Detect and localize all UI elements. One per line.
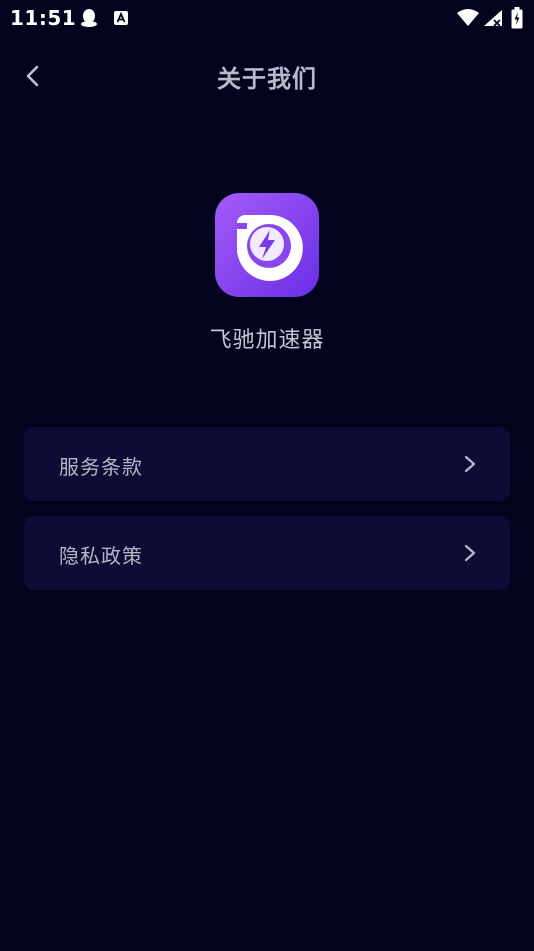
menu-item-label: 隐私政策	[59, 544, 143, 568]
page-title: 关于我们	[217, 65, 317, 93]
app-name: 飞驰加速器	[209, 328, 325, 353]
chevron-right-icon	[460, 543, 480, 563]
chevron-right-icon	[460, 454, 480, 474]
status-bar: 11:51	[0, 0, 534, 36]
app-logo	[215, 193, 319, 297]
a-icon	[113, 10, 129, 30]
signal-icon	[483, 9, 503, 31]
menu-item-label: 服务条款	[59, 455, 143, 479]
qq-icon	[80, 8, 98, 32]
menu-item-privacy-policy[interactable]: 隐私政策	[24, 516, 510, 590]
battery-icon	[511, 7, 523, 33]
status-time: 11:51	[10, 6, 77, 30]
wifi-icon	[457, 9, 479, 31]
header: 关于我们	[0, 52, 534, 100]
menu-item-terms-of-service[interactable]: 服务条款	[24, 427, 510, 501]
